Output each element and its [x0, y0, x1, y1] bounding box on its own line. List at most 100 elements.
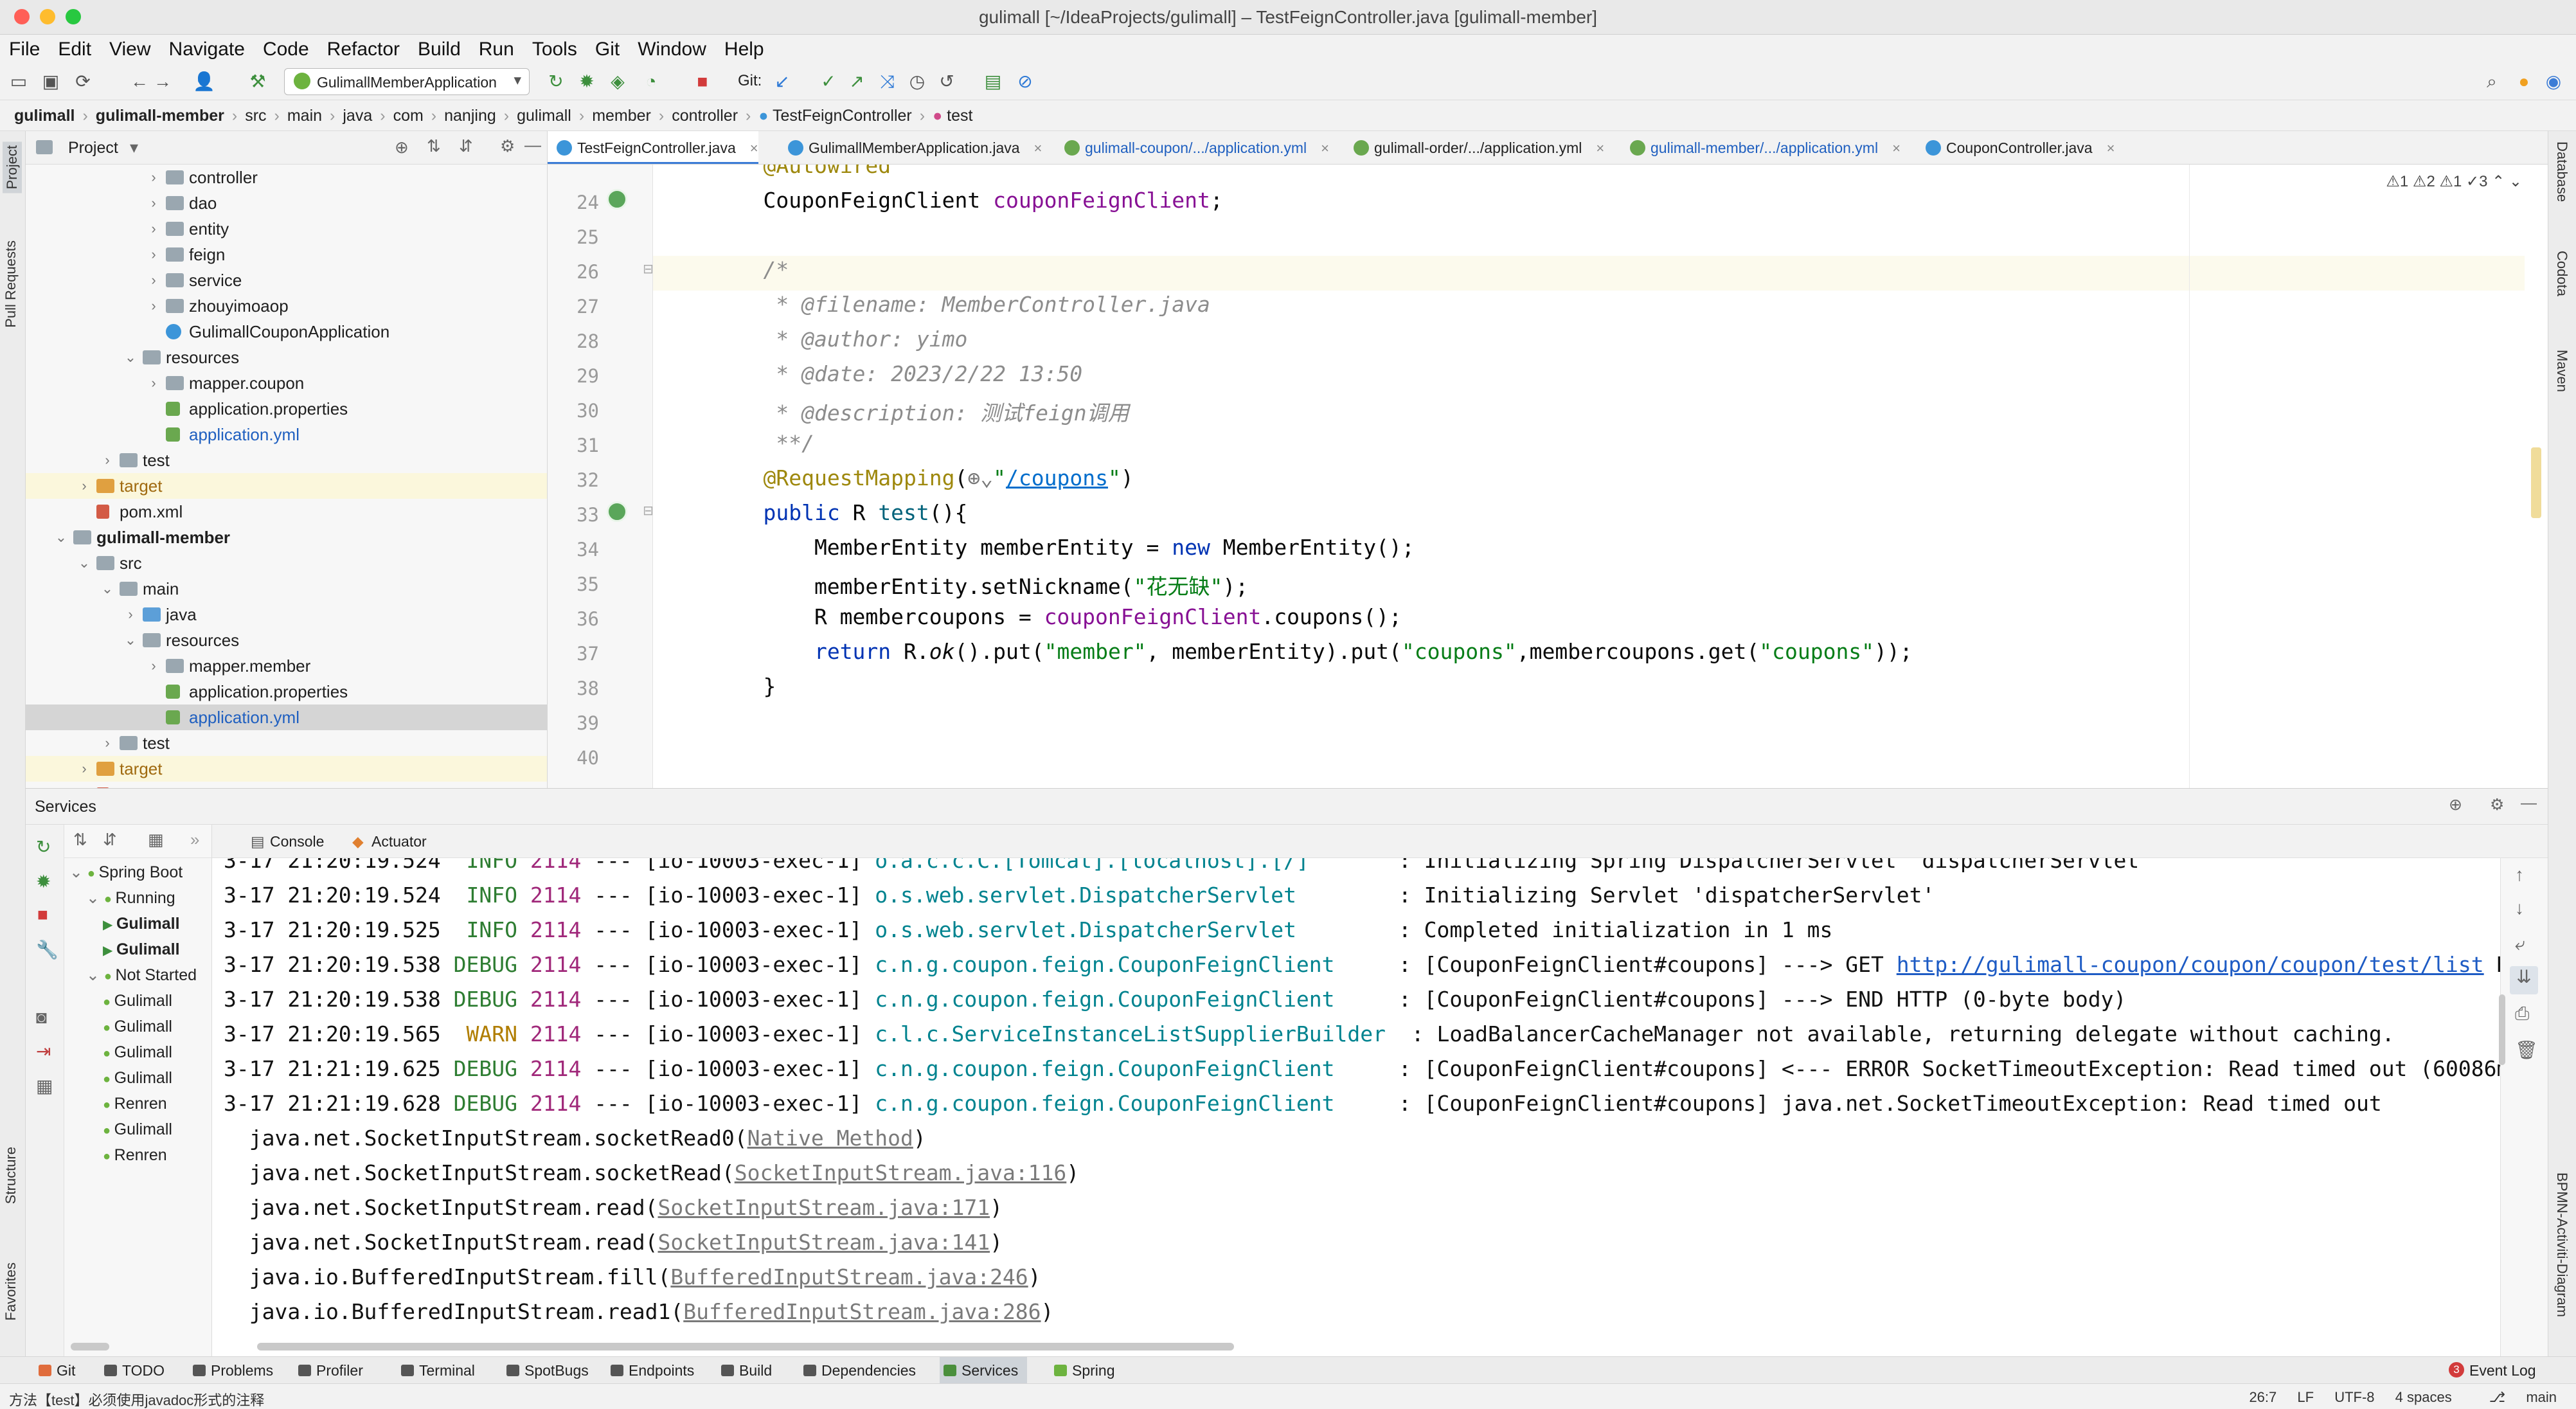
camera-icon[interactable]: ◙ — [36, 1007, 47, 1028]
console-scrollbar[interactable] — [2499, 994, 2505, 1065]
avatar-icon[interactable]: ◉ — [2543, 71, 2564, 93]
tool-tab-pull-requests[interactable]: Pull Requests — [3, 240, 19, 328]
chevron-right-icon[interactable]: › — [147, 165, 161, 190]
breadcrumb-item[interactable]: controller — [672, 107, 738, 125]
expand-all-icon[interactable]: ⇅ — [73, 830, 87, 850]
scroll-up-icon[interactable]: ↑ — [2515, 865, 2524, 885]
inspection-widget[interactable]: ⚠1 ⚠2 ⚠1 ✓3 ⌃ ⌄ — [2386, 172, 2522, 191]
forward-icon[interactable]: → — [152, 71, 174, 93]
tool-window-todo[interactable]: TODO — [100, 1357, 165, 1384]
tree-item[interactable]: › target — [26, 473, 547, 499]
collapse-all-icon[interactable]: ⇵ — [459, 136, 473, 156]
tool-tab-favorites[interactable]: Favorites — [3, 1262, 19, 1320]
clear-icon[interactable]: 🗑 — [2515, 1039, 2538, 1061]
tree-item[interactable]: ⌄ src — [26, 550, 547, 576]
tool-window-endpoints[interactable]: Endpoints — [607, 1357, 694, 1384]
editor-tab[interactable]: gulimall-order/.../application.yml × — [1345, 131, 1604, 164]
more-icon[interactable]: » — [190, 830, 199, 850]
tool-window-problems[interactable]: Problems — [189, 1357, 273, 1384]
menu-code[interactable]: Code — [254, 35, 318, 60]
breadcrumb-item[interactable]: gulimall-member — [96, 107, 224, 125]
menu-run[interactable]: Run — [470, 35, 523, 60]
editor-tab[interactable]: GulimallMemberApplication.java × — [779, 131, 1042, 164]
service-item[interactable]: ● Gulimall — [103, 1065, 172, 1091]
editor-tab[interactable]: gulimall-member/.../application.yml × — [1621, 131, 1901, 164]
tree-item[interactable]: pom.xml — [26, 782, 547, 788]
chevron-right-icon[interactable]: › — [147, 653, 161, 679]
debug-icon[interactable]: ✹ — [36, 871, 51, 892]
scroll-down-icon[interactable]: ↓ — [2515, 898, 2524, 919]
file-encoding[interactable]: UTF-8 — [2334, 1389, 2374, 1405]
tree-item[interactable]: › feign — [26, 242, 547, 267]
breadcrumb-item[interactable]: gulimall — [517, 107, 571, 125]
tree-item[interactable]: › zhouyimoaop — [26, 293, 547, 319]
tree-item[interactable]: application.properties — [26, 679, 547, 704]
stack-trace-line[interactable]: java.net.SocketInputStream.socketRead0(N… — [224, 1126, 926, 1151]
tool-window-build[interactable]: Build — [717, 1357, 772, 1384]
breadcrumb-item[interactable]: member — [592, 107, 651, 125]
tool-window-terminal[interactable]: Terminal — [397, 1357, 475, 1384]
endpoint-icon[interactable] — [607, 501, 627, 522]
tree-item[interactable]: ⌄ main — [26, 576, 547, 602]
chevron-down-icon[interactable]: ⌄ — [86, 889, 104, 907]
menu-view[interactable]: View — [100, 35, 159, 60]
git-update-icon[interactable]: ↙ — [771, 71, 793, 93]
history-icon[interactable]: ◷ — [906, 71, 928, 93]
rollback-icon[interactable]: ↺ — [936, 71, 958, 93]
close-icon[interactable]: × — [1892, 140, 1901, 156]
fold-icon[interactable]: ⊟ — [643, 503, 654, 519]
locate-icon[interactable]: ⊕ — [395, 138, 409, 157]
no-entry-icon[interactable]: ⊘ — [1014, 71, 1036, 93]
service-item[interactable]: ● Gulimall — [103, 1039, 172, 1065]
chevron-down-icon[interactable]: ⌄ — [100, 576, 114, 602]
debug-icon[interactable]: ✹ — [576, 71, 598, 93]
rerun-icon[interactable]: ↻ — [36, 836, 51, 857]
tab-console[interactable]: ▤ Console — [248, 825, 324, 858]
menu-navigate[interactable]: Navigate — [160, 35, 254, 60]
console-output[interactable]: 3-17 21:20:19.524 INFO 2114 --- [io-1000… — [212, 858, 2500, 1357]
code-editor[interactable]: ⊟ ⊟ 24 25 26 27 28 29 30 31 32 33 34 35 36 37 38 39 40 ⚠… — [548, 165, 2548, 788]
stack-trace-line[interactable]: java.net.SocketInputStream.socketRead(So… — [224, 1160, 1079, 1185]
breadcrumb-item[interactable]: nanjing — [444, 107, 496, 125]
tool-tab-project[interactable]: Project — [3, 141, 22, 193]
chevron-down-icon[interactable]: ⌄ — [86, 966, 104, 984]
tree-item[interactable]: › dao — [26, 190, 547, 216]
chevron-right-icon[interactable]: › — [147, 267, 161, 293]
tree-horizontal-scrollbar[interactable] — [71, 1343, 109, 1351]
save-icon[interactable]: ▣ — [40, 71, 62, 93]
stop-icon[interactable]: ■ — [692, 71, 713, 93]
event-log-button[interactable]: 3 Event Log — [2447, 1357, 2536, 1384]
close-icon[interactable]: × — [1596, 140, 1604, 156]
stack-trace-line[interactable]: java.net.SocketInputStream.read(SocketIn… — [224, 1230, 1003, 1255]
update-icon[interactable]: ● — [2513, 71, 2535, 93]
chevron-down-icon[interactable]: ⌄ — [123, 627, 138, 653]
menu-git[interactable]: Git — [586, 35, 629, 60]
tree-item[interactable]: application.yml — [26, 704, 547, 730]
tool-window-spring[interactable]: Spring — [1050, 1357, 1114, 1384]
chevron-right-icon[interactable]: › — [77, 756, 91, 782]
chevron-down-icon[interactable]: ⌄ — [54, 525, 68, 550]
print-icon[interactable]: ⎙ — [2515, 1003, 2529, 1025]
gear-icon[interactable]: ⚙ — [2490, 795, 2504, 814]
menu-edit[interactable]: Edit — [49, 35, 100, 60]
caret-position[interactable]: 26:7 — [2249, 1389, 2276, 1405]
tree-item[interactable]: › controller — [26, 165, 547, 190]
breadcrumb-item[interactable]: java — [343, 107, 372, 125]
tree-item[interactable]: application.yml — [26, 422, 547, 447]
tree-item[interactable]: › service — [26, 267, 547, 293]
exit-icon[interactable]: ⇥ — [36, 1041, 51, 1062]
user-icon[interactable]: 👤 — [193, 71, 215, 93]
hide-icon[interactable]: — — [2521, 794, 2537, 812]
stack-trace-line[interactable]: java.io.BufferedInputStream.fill(Buffere… — [224, 1264, 1041, 1289]
tool-tab-maven[interactable]: Maven — [2554, 350, 2570, 392]
menu-refactor[interactable]: Refactor — [318, 35, 409, 60]
rerun-icon[interactable]: ↻ — [545, 71, 567, 93]
chevron-right-icon[interactable]: › — [147, 293, 161, 319]
chevron-down-icon[interactable]: ⌄ — [69, 863, 87, 881]
breadcrumb-item[interactable]: src — [245, 107, 266, 125]
tool-tab-database[interactable]: Database — [2554, 141, 2570, 202]
menu-help[interactable]: Help — [715, 35, 773, 60]
stack-trace-line[interactable]: java.net.SocketInputStream.read(SocketIn… — [224, 1195, 1003, 1220]
chevron-down-icon[interactable]: ▾ — [130, 138, 138, 157]
layout-icon[interactable]: ▦ — [36, 1075, 53, 1097]
